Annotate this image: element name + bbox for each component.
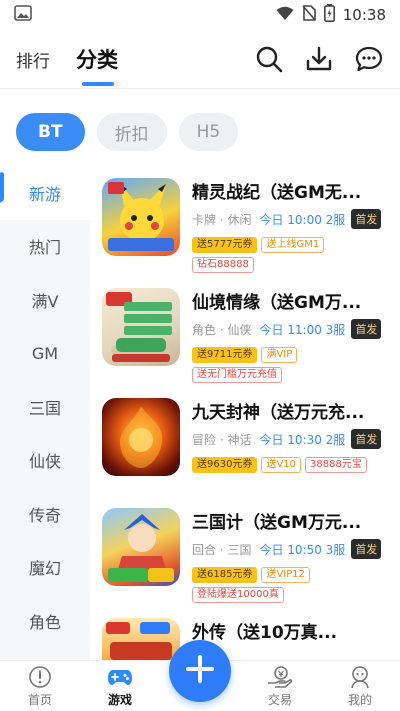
category-sidebar: 新游 热门 满V GM 三国 仙侠 传奇 魔幻 角色	[0, 166, 90, 660]
filter-h5[interactable]: H5	[178, 113, 239, 151]
perk-tag: 送VIP12	[261, 567, 310, 583]
sidebar-active-indicator	[0, 171, 4, 203]
game-icon	[102, 398, 180, 476]
game-title: 外传（送10万真...	[192, 623, 338, 643]
nav-profile[interactable]: 我的	[320, 661, 400, 711]
game-genre: 角色 · 仙侠	[192, 322, 252, 337]
perk-tag: 满VIP	[261, 347, 298, 363]
game-list: 精灵战纪（送GM无... 卡牌 · 休闲 今日 10:00 2服 首发 送577…	[90, 166, 400, 660]
header-divider	[0, 88, 400, 89]
nav-profile-label: 我的	[347, 693, 372, 707]
game-server-time: 今日 10:50 3服	[259, 542, 346, 557]
sidebar-item-label: 热门	[28, 238, 61, 258]
sidebar-item-hot[interactable]: 热门	[0, 220, 90, 274]
sidebar-item-label: 角色	[28, 612, 61, 632]
tab-category[interactable]: 分类	[76, 44, 118, 86]
add-button[interactable]	[169, 640, 231, 702]
game-card[interactable]: 精灵战纪（送GM无... 卡牌 · 休闲 今日 10:00 2服 首发 送577…	[90, 166, 400, 276]
nav-games-label: 游戏	[107, 693, 132, 707]
sidebar-item-new[interactable]: 新游	[0, 166, 90, 220]
game-icon	[102, 178, 180, 256]
filter-discount[interactable]: 折扣	[96, 113, 167, 151]
sidebar-item-three-kingdoms[interactable]: 三国	[0, 380, 90, 434]
game-genre: 回合 · 三国	[192, 542, 252, 557]
sidebar-item-label: 满V	[31, 291, 59, 311]
sidebar-item-xianxia[interactable]: 仙侠	[0, 434, 90, 488]
platform-filter: BT 折扣 H5	[16, 113, 239, 151]
nav-trade-label: 交易	[267, 693, 292, 707]
gamepad-icon	[107, 665, 133, 689]
tab-active-indicator	[82, 82, 114, 86]
perk-tag: 送V10	[261, 457, 302, 473]
game-server-time: 今日 11:00 3服	[259, 322, 346, 337]
first-release-badge: 首发	[351, 319, 382, 339]
first-release-badge: 首发	[351, 429, 382, 449]
game-genre: 卡牌 · 休闲	[192, 212, 252, 227]
sidebar-item-fantasy[interactable]: 魔幻	[0, 541, 90, 595]
gallery-icon	[14, 5, 32, 25]
bonus-tag: 登陆爆送10000真	[192, 587, 284, 603]
filter-bt[interactable]: BT	[16, 113, 85, 151]
bonus-tag: 钻石88888	[192, 257, 254, 273]
game-card[interactable]: 外传（送10万真...	[90, 606, 400, 660]
sidebar-item-label: 传奇	[28, 505, 61, 525]
coupon-tag: 送9630元券	[192, 457, 258, 473]
sidebar-item-full-vip[interactable]: 满V	[0, 273, 90, 327]
battery-icon	[323, 4, 335, 26]
first-release-badge: 首发	[351, 209, 382, 229]
status-bar: 10:38	[0, 0, 400, 30]
game-title: 仙境情缘（送GM万...	[192, 293, 362, 313]
bonus-tag: 38888元宝	[305, 457, 367, 473]
home-icon	[27, 665, 53, 689]
plus-icon	[185, 654, 215, 688]
clock: 10:38	[342, 6, 386, 24]
sidebar-item-gm[interactable]: GM	[0, 327, 90, 381]
sidebar-item-label: 仙侠	[28, 452, 61, 472]
search-icon[interactable]	[254, 44, 284, 74]
download-icon[interactable]	[304, 44, 334, 74]
game-icon	[102, 288, 180, 366]
no-sim-icon	[302, 5, 316, 25]
perk-tag: 送上线GM1	[261, 237, 325, 253]
game-genre: 冒险 · 神话	[192, 432, 252, 447]
sidebar-item-label: 三国	[28, 398, 61, 418]
tab-ranking[interactable]: 排行	[16, 47, 50, 72]
sidebar-item-legend[interactable]: 传奇	[0, 487, 90, 541]
coupon-tag: 送9711元券	[192, 347, 258, 363]
game-title: 三国计（送GM万元...	[192, 513, 362, 533]
game-icon	[102, 508, 180, 586]
tab-category-label: 分类	[76, 48, 118, 72]
game-server-time: 今日 10:00 2服	[259, 212, 346, 227]
coupon-tag: 送6185元券	[192, 567, 258, 583]
sidebar-item-label: 魔幻	[28, 559, 61, 579]
game-card[interactable]: 仙境情缘（送GM万... 角色 · 仙侠 今日 11:00 3服 首发 送971…	[90, 276, 400, 386]
game-server-time: 今日 10:30 2服	[259, 432, 346, 447]
sidebar-item-label: GM	[31, 343, 59, 363]
game-title: 精灵战纪（送GM无...	[192, 183, 362, 203]
nav-home-label: 首页	[27, 693, 52, 707]
nav-trade[interactable]: 交易	[240, 661, 320, 711]
game-card[interactable]: 九天封神（送万元充... 冒险 · 神话 今日 10:30 2服 首发 送963…	[90, 386, 400, 496]
game-card[interactable]: 三国计（送GM万元... 回合 · 三国 今日 10:50 3服 首发 送618…	[90, 496, 400, 606]
coupon-tag: 送5777元券	[192, 237, 258, 253]
sidebar-item-role[interactable]: 角色	[0, 594, 90, 648]
nav-home[interactable]: 首页	[0, 661, 80, 711]
game-title: 九天封神（送万元充...	[192, 403, 365, 423]
top-header: 排行 分类	[0, 30, 400, 88]
nav-games[interactable]: 游戏	[80, 661, 160, 711]
trade-icon	[267, 665, 293, 689]
sidebar-item-label: 新游	[28, 184, 61, 204]
game-icon	[102, 618, 180, 660]
profile-icon	[347, 665, 373, 689]
message-icon[interactable]	[354, 44, 384, 74]
wifi-icon	[276, 6, 294, 25]
bonus-tag: 送无门槛万元充值	[192, 367, 282, 383]
first-release-badge: 首发	[351, 539, 382, 559]
